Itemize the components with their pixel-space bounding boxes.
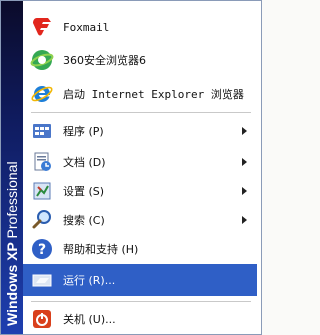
run-icon bbox=[29, 267, 55, 293]
menu-item-360-browser[interactable]: 360安全浏览器6 bbox=[23, 44, 257, 76]
windows-xp-banner: Windows XP Professional bbox=[1, 1, 23, 334]
menu-item-programs[interactable]: 程序 (P) bbox=[23, 115, 257, 147]
banner-edition: Professional bbox=[4, 161, 20, 239]
chevron-right-icon bbox=[242, 216, 247, 224]
svg-text:?: ? bbox=[38, 242, 46, 258]
menu-item-internet-explorer[interactable]: 启动 Internet Explorer 浏览器 bbox=[23, 78, 257, 110]
menu-item-label: 启动 Internet Explorer 浏览器 bbox=[63, 88, 244, 101]
360-browser-icon bbox=[29, 47, 55, 73]
menu-item-foxmail[interactable]: Foxmail bbox=[23, 11, 257, 43]
chevron-right-icon bbox=[242, 158, 247, 166]
menu-item-label: 运行 (R)... bbox=[63, 274, 116, 287]
menu-item-label: 360安全浏览器6 bbox=[63, 54, 146, 67]
menu-item-settings[interactable]: 设置 (S) bbox=[23, 175, 257, 207]
search-icon bbox=[29, 207, 55, 233]
chevron-right-icon bbox=[242, 187, 247, 195]
menu-item-shutdown[interactable]: 关机 (U)... bbox=[23, 303, 257, 335]
programs-icon bbox=[29, 118, 55, 144]
settings-icon bbox=[29, 178, 55, 204]
help-icon: ? bbox=[29, 236, 55, 262]
start-menu: Windows XP Professional Foxmail 360安全浏览器… bbox=[0, 0, 262, 335]
menu-item-documents[interactable]: 文档 (D) bbox=[23, 146, 257, 178]
separator bbox=[31, 301, 251, 302]
menu-item-label: 文档 (D) bbox=[63, 156, 106, 169]
menu-item-search[interactable]: 搜索 (C) bbox=[23, 204, 257, 236]
menu-item-label: 搜索 (C) bbox=[63, 214, 105, 227]
banner-windows: Windows bbox=[4, 264, 20, 326]
menu-item-label: 关机 (U)... bbox=[63, 313, 116, 326]
separator bbox=[31, 112, 251, 113]
internet-explorer-icon bbox=[29, 81, 55, 107]
menu-item-label: Foxmail bbox=[63, 20, 110, 34]
banner-text: Windows XP Professional bbox=[4, 161, 20, 326]
menu-item-label: 设置 (S) bbox=[63, 185, 105, 198]
menu-item-help[interactable]: ? 帮助和支持 (H) bbox=[23, 233, 257, 265]
chevron-right-icon bbox=[242, 127, 247, 135]
menu-item-run[interactable]: 运行 (R)... bbox=[23, 264, 257, 296]
shutdown-icon bbox=[29, 306, 55, 332]
documents-icon bbox=[29, 149, 55, 175]
banner-xp: XP bbox=[4, 242, 20, 261]
menu-item-label: 程序 (P) bbox=[63, 125, 104, 138]
foxmail-icon bbox=[29, 14, 55, 40]
menu-item-label: 帮助和支持 (H) bbox=[63, 243, 139, 256]
